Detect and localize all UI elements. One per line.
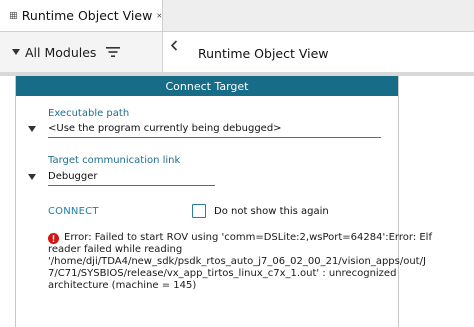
- modules-bar: All Modules: [0, 32, 163, 72]
- communication-link-select[interactable]: Debugger: [28, 171, 98, 182]
- view-header: Runtime Object View: [163, 32, 474, 72]
- error-icon: [48, 233, 59, 244]
- tab-runtime-object-view[interactable]: Runtime Object View: [0, 0, 163, 31]
- communication-link-underline: [48, 185, 215, 186]
- panel-header: Connect Target: [16, 76, 398, 96]
- tab-title: Runtime Object View: [21, 8, 153, 23]
- connect-button[interactable]: CONNECT: [48, 206, 99, 217]
- tab-strip: Runtime Object View: [0, 0, 474, 32]
- dont-show-label: Do not show this again: [214, 206, 329, 217]
- dont-show-checkbox[interactable]: [192, 204, 206, 218]
- error-line: 7/C71/SYSBIOS/release/vx_app_tirtos_linu…: [48, 268, 397, 279]
- caret-down-icon[interactable]: [28, 173, 36, 180]
- modules-dropdown[interactable]: All Modules: [25, 45, 96, 60]
- communication-link-label: Target communication link: [48, 155, 181, 166]
- error-text: Error: Failed to start ROV using 'comm=D…: [48, 232, 432, 292]
- error-line: architecture (machine = 145): [48, 280, 197, 291]
- caret-down-icon[interactable]: [28, 125, 36, 132]
- executable-path-value: <Use the program currently being debugge…: [48, 123, 282, 134]
- caret-down-icon[interactable]: [12, 49, 20, 55]
- executable-path-label: Executable path: [48, 108, 130, 119]
- grid-icon: [10, 12, 17, 19]
- error-line: Error: Failed to start ROV using 'comm=D…: [64, 232, 432, 243]
- connect-target-panel: Connect Target Executable path <Use the …: [15, 76, 432, 327]
- panel-title: Connect Target: [165, 79, 249, 93]
- view-title: Runtime Object View: [198, 46, 329, 61]
- error-line: reader failed while reading: [48, 244, 183, 255]
- chevron-left-icon[interactable]: [170, 40, 178, 51]
- filter-icon[interactable]: [106, 47, 121, 57]
- executable-path-underline: [48, 137, 381, 138]
- executable-path-select[interactable]: <Use the program currently being debugge…: [28, 123, 282, 134]
- communication-link-value: Debugger: [48, 171, 98, 182]
- close-icon[interactable]: [157, 11, 162, 20]
- error-line: '/home/dji/TDA4/new_sdk/psdk_rtos_auto_j…: [48, 256, 426, 267]
- error-message: Error: Failed to start ROV using 'comm=D…: [48, 232, 432, 292]
